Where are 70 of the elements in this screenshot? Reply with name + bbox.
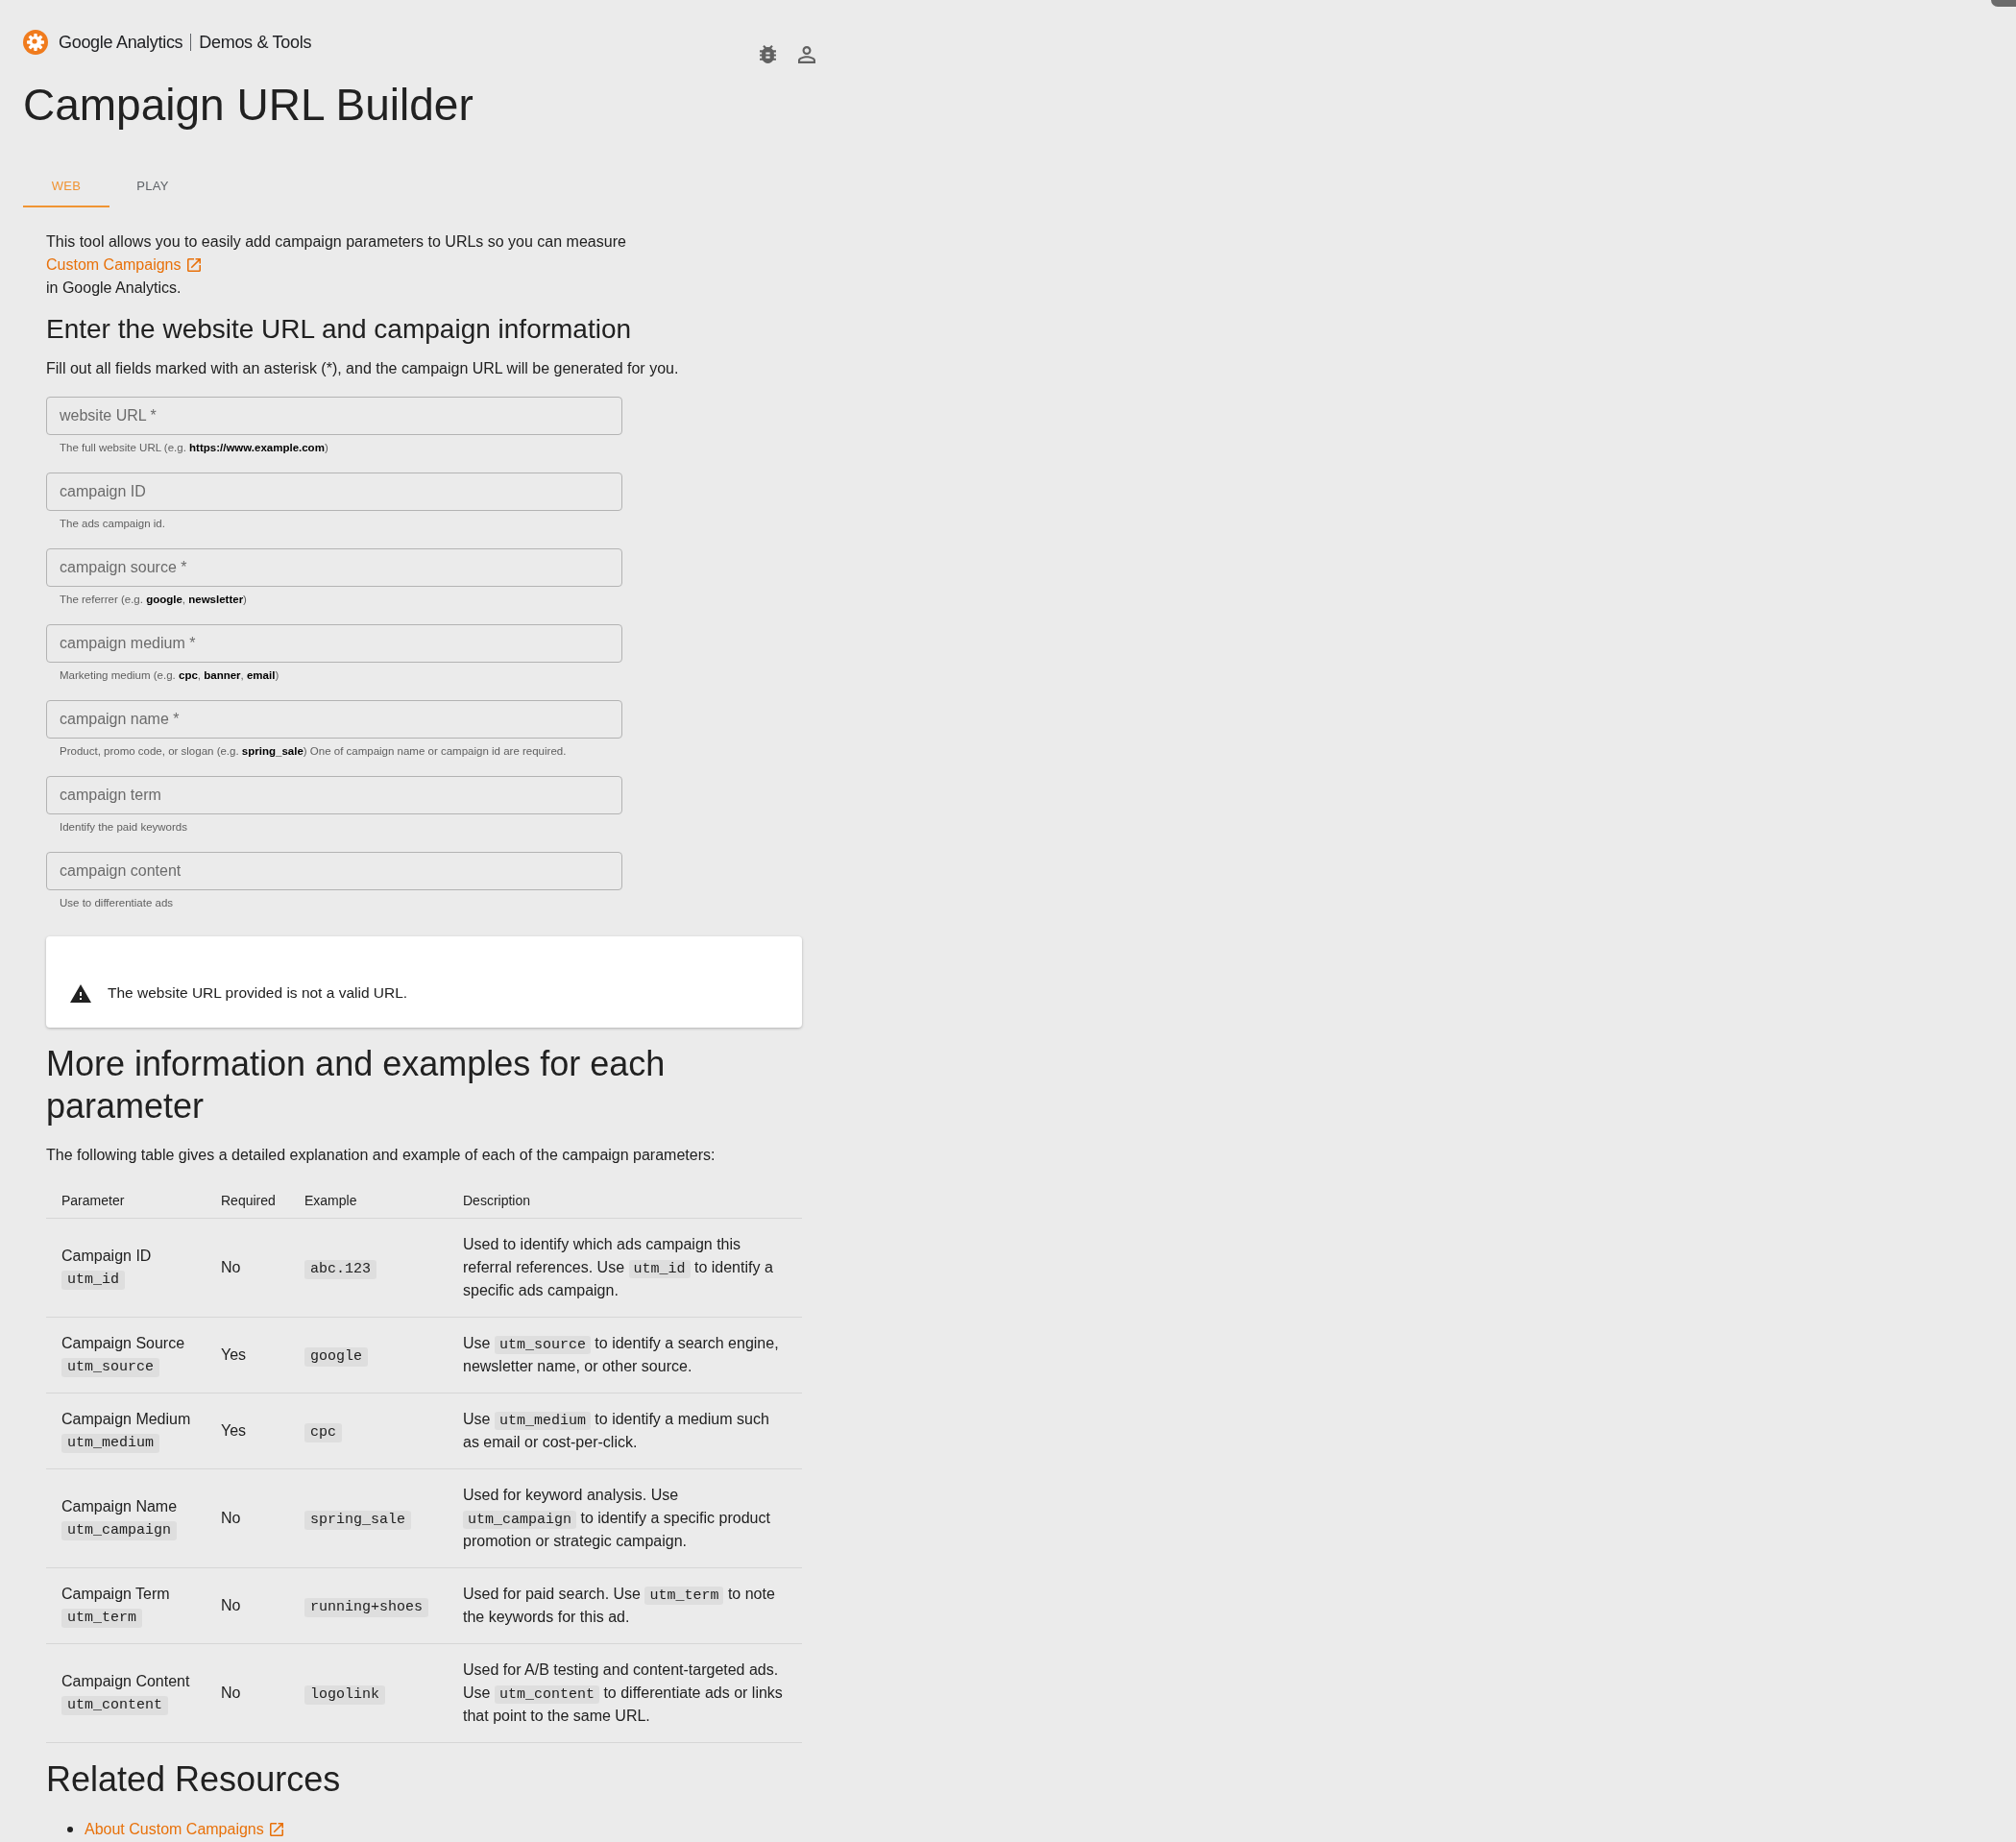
parameter-code: utm_id (61, 1271, 125, 1290)
parameter-name: Campaign Term (61, 1585, 171, 1604)
person-icon[interactable] (798, 45, 815, 63)
example-code: running+shoes (304, 1598, 429, 1617)
parameter-code: utm_medium (61, 1434, 159, 1453)
parameter-code: utm_source (61, 1358, 159, 1377)
bullet-icon (67, 1827, 73, 1832)
external-link-icon (269, 1823, 283, 1836)
intro-text: This tool allows you to easily add campaign parameters to URLs so you can measure Custom Campaigns in Google Analytics. (46, 232, 627, 298)
text-field[interactable]: campaign content (46, 852, 622, 890)
column-header: Description (463, 1193, 531, 1208)
text-field[interactable]: campaign medium * (46, 624, 622, 663)
alert-message: The website URL provided is not a valid URL. (108, 983, 408, 1003)
tab[interactable]: WEB (23, 165, 109, 207)
section-heading: Enter the website URL and campaign information (46, 313, 633, 346)
table-intro: The following table gives a detailed explanation and example of each of the campaign parameters: (46, 1146, 717, 1165)
description-text: Used to identify which ads campaign this referral references. Use utm_id to identify a specific ads campaign. (463, 1235, 774, 1300)
description-text: Use utm_source to identify a search engine, newsletter name, or other source. (463, 1334, 780, 1376)
parameter-name: Campaign ID (61, 1247, 153, 1266)
bug-icon[interactable] (760, 45, 776, 63)
helper-text: Use to differentiate ads (60, 896, 175, 910)
required-value: No (221, 1684, 241, 1701)
helper-text: The ads campaign id. (60, 517, 166, 531)
text-field[interactable]: campaign source * (46, 548, 622, 587)
page-title: Campaign URL Builder (23, 79, 474, 132)
warning-icon (70, 983, 91, 1003)
text-field[interactable]: campaign term (46, 776, 622, 814)
description-text: Used for paid search. Use utm_term to note the keywords for this ad. (463, 1585, 776, 1627)
description-text: Used for A/B testing and content-targeted ads. Use utm_content to differentiate ads or links that point to the same URL. (463, 1660, 784, 1726)
required-value: Yes (221, 1422, 247, 1439)
gear-logo-icon (23, 30, 48, 55)
text-field[interactable]: campaign name * (46, 700, 622, 739)
parameter-name: Campaign Source (61, 1334, 186, 1353)
helper-text: The referrer (e.g. google, newsletter) (60, 593, 248, 607)
section-heading: More information and examples for each parameter (46, 1043, 667, 1127)
section-heading: Related Resources (46, 1758, 342, 1801)
description-text: Use utm_medium to identify a medium such as email or cost-per-click. (463, 1410, 770, 1452)
helper-text: Identify the paid keywords (60, 820, 188, 835)
tab[interactable]: PLAY (109, 165, 196, 207)
required-value: No (221, 1597, 241, 1613)
helper-text: Marketing medium (e.g. cpc, banner, email) (60, 668, 280, 683)
intro-link[interactable]: Custom Campaigns (46, 256, 201, 273)
helper-text: Product, promo code, or slogan (e.g. spring_sale) One of campaign name or campaign id are required. (60, 744, 568, 759)
parameter-name: Campaign Content (61, 1672, 191, 1691)
section-name: Demos & Tools (199, 32, 312, 53)
example-code: logolink (304, 1685, 385, 1705)
resource-link[interactable]: About Custom Campaigns (85, 1818, 283, 1841)
helper-text: The full website URL (e.g. https://www.example.com) (60, 441, 329, 455)
column-header: Required (221, 1193, 276, 1208)
parameter-name: Campaign Medium (61, 1410, 192, 1429)
text-field[interactable]: website URL * (46, 397, 622, 435)
example-code: abc.123 (304, 1260, 376, 1279)
column-header: Parameter (61, 1193, 125, 1208)
example-code: spring_sale (304, 1511, 412, 1530)
required-value: No (221, 1510, 241, 1526)
scrollbar-thumb[interactable] (1991, 0, 2016, 7)
external-link-icon (186, 258, 201, 272)
required-value: Yes (221, 1346, 247, 1363)
instructions-text: Fill out all fields marked with an asterisk (*), and the campaign URL will be generated for you. (46, 359, 680, 378)
product-name: Google Analytics (59, 32, 183, 53)
required-value: No (221, 1259, 241, 1275)
parameter-code: utm_content (61, 1696, 169, 1715)
column-header: Example (304, 1193, 357, 1208)
description-text: Used for keyword analysis. Use utm_campaign to identify a specific product promotion or strategic campaign. (463, 1486, 771, 1551)
parameter-code: utm_campaign (61, 1521, 178, 1540)
parameter-code: utm_term (61, 1609, 142, 1628)
example-code: cpc (304, 1423, 342, 1442)
parameter-name: Campaign Name (61, 1497, 179, 1516)
example-code: google (304, 1347, 368, 1367)
text-field[interactable]: campaign ID (46, 473, 622, 511)
